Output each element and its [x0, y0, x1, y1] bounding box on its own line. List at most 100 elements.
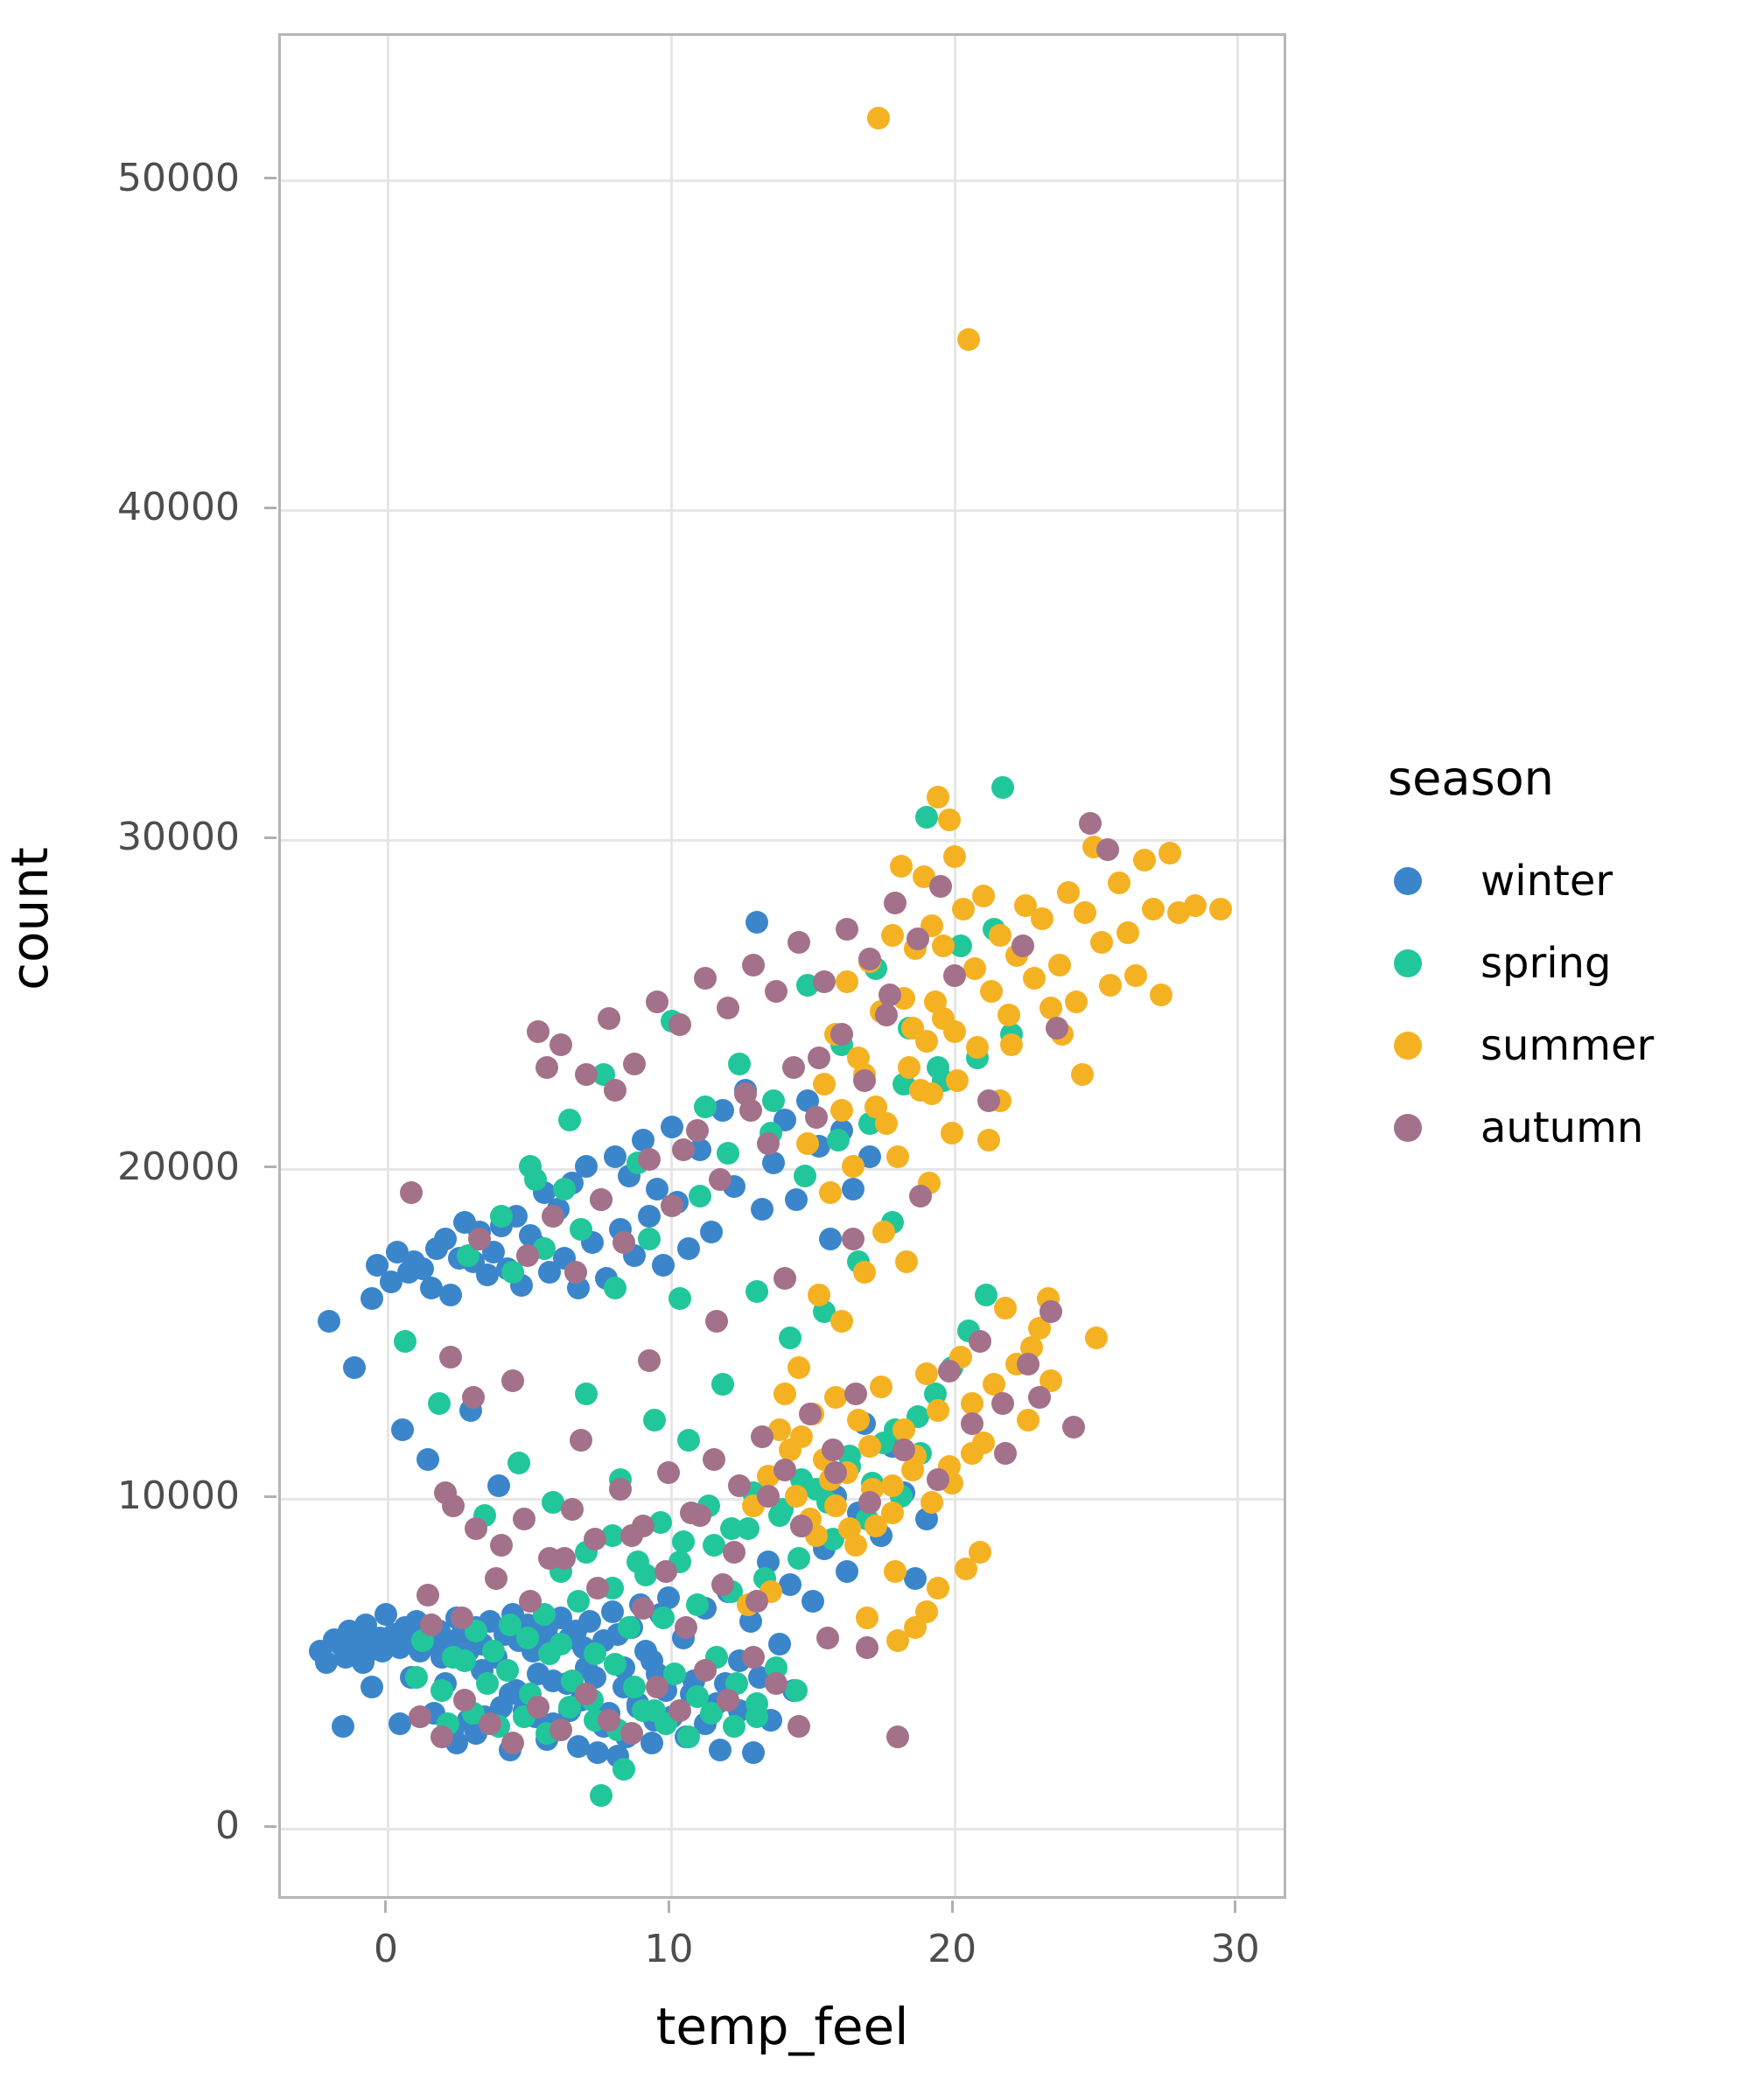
data-point-autumn — [756, 1484, 780, 1508]
data-point-autumn — [717, 997, 740, 1020]
data-point-summer — [866, 107, 890, 130]
data-point-spring — [428, 1392, 452, 1416]
data-point-summer — [957, 327, 981, 351]
x-tick-label-30: 30 — [1210, 1927, 1260, 1971]
y-tick-mark-20000 — [264, 1166, 276, 1169]
data-point-spring — [710, 1372, 734, 1396]
data-point-autumn — [830, 1023, 853, 1046]
legend-swatch-winter-icon — [1381, 854, 1435, 908]
data-point-autumn — [991, 1392, 1015, 1416]
data-point-summer — [997, 1003, 1020, 1026]
data-point-summer — [943, 844, 967, 868]
data-point-spring — [762, 1088, 786, 1112]
data-point-autumn — [603, 1079, 626, 1102]
data-point-summer — [937, 808, 961, 832]
data-point-autumn — [1028, 1385, 1052, 1409]
legend-swatch-spring-icon — [1381, 936, 1435, 990]
data-point-summer — [1074, 900, 1096, 924]
data-point-spring — [668, 1286, 692, 1310]
x-axis-title: temp_feel — [655, 1997, 909, 2056]
data-point-winter — [745, 911, 768, 934]
data-point-spring — [603, 1652, 626, 1676]
data-point-winter — [360, 1286, 383, 1310]
legend-item-winter[interactable]: winter — [1381, 840, 1731, 922]
data-point-summer — [779, 1438, 802, 1461]
data-point-spring — [926, 1056, 949, 1079]
data-point-autumn — [816, 1626, 839, 1649]
data-point-autumn — [442, 1494, 466, 1517]
data-point-spring — [914, 805, 938, 829]
data-point-autumn — [756, 1131, 780, 1155]
data-point-summer — [824, 1385, 848, 1409]
data-point-autumn — [680, 1501, 704, 1524]
data-point-winter — [660, 1115, 683, 1138]
data-point-summer — [923, 990, 947, 1013]
data-point-autumn — [439, 1346, 463, 1369]
y-axis-title: count — [0, 847, 60, 990]
legend-title: season — [1388, 751, 1554, 806]
data-point-summer — [784, 1484, 808, 1508]
data-point-autumn — [685, 1118, 709, 1142]
data-point-autumn — [467, 1227, 491, 1250]
x-tick-mark-0 — [384, 1900, 388, 1913]
data-point-summer — [1124, 963, 1148, 987]
data-point-autumn — [836, 917, 859, 941]
data-point-autumn — [703, 1448, 726, 1472]
legend-item-spring[interactable]: spring — [1381, 922, 1731, 1004]
y-tick-mark-0 — [264, 1824, 276, 1828]
data-point-winter — [416, 1448, 440, 1472]
data-point-autumn — [637, 1148, 661, 1172]
data-point-autumn — [419, 1613, 443, 1636]
legend-dot-autumn — [1394, 1114, 1422, 1142]
data-point-autumn — [550, 1032, 573, 1056]
data-point-spring — [495, 1659, 519, 1683]
data-point-autumn — [479, 1712, 502, 1735]
data-point-winter — [779, 1573, 802, 1597]
data-point-winter — [676, 1237, 700, 1261]
data-point-summer — [864, 1096, 887, 1119]
data-point-summer — [946, 1069, 970, 1093]
data-point-autumn — [694, 967, 718, 990]
data-point-autumn — [484, 1566, 508, 1590]
data-point-autumn — [632, 1596, 655, 1620]
y-tick-mark-10000 — [264, 1494, 276, 1498]
data-point-spring — [518, 1155, 542, 1178]
data-point-summer — [1084, 1326, 1108, 1349]
data-point-autumn — [1062, 1415, 1086, 1438]
x-tick-label-20: 20 — [928, 1927, 977, 1971]
data-point-autumn — [609, 1478, 633, 1502]
data-point-spring — [728, 1053, 752, 1076]
data-point-autumn — [1096, 838, 1119, 862]
data-point-spring — [671, 1530, 695, 1554]
data-point-autumn — [844, 1382, 867, 1405]
data-point-spring — [566, 1590, 590, 1614]
data-point-summer — [841, 1155, 864, 1178]
x-tick-mark-20 — [950, 1900, 954, 1913]
data-point-summer — [855, 1606, 878, 1630]
data-point-winter — [784, 1187, 808, 1211]
data-point-autumn — [745, 1590, 768, 1614]
legend-item-autumn[interactable]: autumn — [1381, 1087, 1731, 1169]
data-point-autumn — [807, 1046, 830, 1069]
data-point-autumn — [637, 1349, 661, 1373]
data-point-winter — [903, 1566, 927, 1590]
data-point-summer — [1031, 907, 1054, 931]
data-point-spring — [626, 1550, 649, 1574]
data-point-summer — [813, 1072, 836, 1096]
data-point-summer — [895, 1250, 919, 1274]
data-point-winter — [742, 1741, 766, 1765]
data-point-autumn — [841, 1227, 864, 1250]
data-point-spring — [651, 1606, 675, 1630]
data-point-summer — [898, 1056, 921, 1079]
data-point-autumn — [1045, 1016, 1068, 1040]
data-point-summer — [976, 1128, 1000, 1152]
data-point-spring — [405, 1665, 429, 1689]
data-point-winter — [802, 1590, 825, 1614]
legend-item-summer[interactable]: summer — [1381, 1004, 1731, 1087]
y-tick-label-0: 0 — [215, 1803, 240, 1849]
data-point-summer — [900, 1016, 924, 1040]
data-point-spring — [793, 1165, 816, 1188]
data-point-autumn — [799, 1402, 822, 1425]
data-point-summer — [847, 1409, 871, 1432]
data-point-autumn — [858, 1491, 882, 1515]
